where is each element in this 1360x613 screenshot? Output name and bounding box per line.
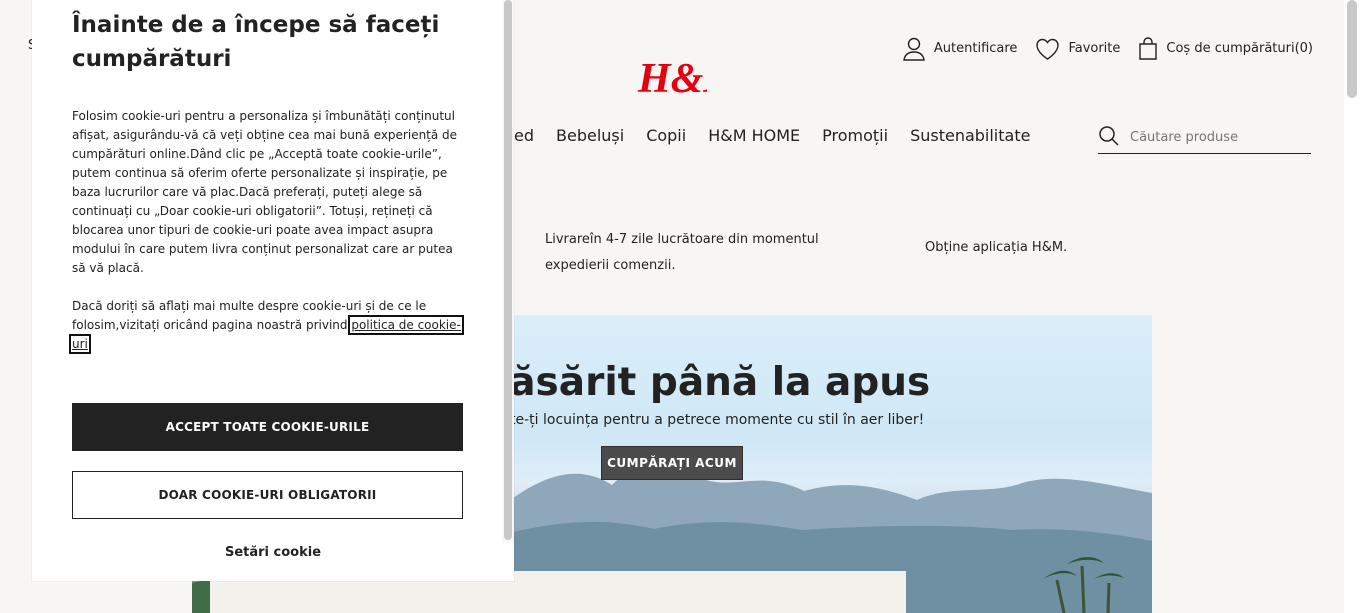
cookie-dialog-text: Folosim cookie-uri pentru a personaliza …	[69, 107, 464, 373]
delivery-info: Livrareîn 4-7 zile lucrătoare din moment…	[545, 232, 819, 273]
cookie-dialog-scroll-thumb[interactable]	[504, 0, 512, 540]
shop-now-button[interactable]: CUMPĂRAȚI ACUM	[601, 446, 743, 480]
svg-text:H&M: H&M	[637, 56, 707, 100]
app-info[interactable]: Obține aplicația H&M.	[925, 240, 1067, 255]
nav-item-home[interactable]: H&M HOME	[708, 126, 800, 145]
shopping-bag-label: Coș de cumpărături(0)	[1166, 41, 1313, 56]
favorites-link[interactable]: Favorite	[1035, 37, 1120, 61]
required-cookies-button[interactable]: DOAR COOKIE-URI OBLIGATORII	[72, 471, 463, 519]
main-navigation: ed Bebeluși Copii H&M HOME Promoții Sust…	[514, 126, 1030, 145]
shopping-bag-link[interactable]: Coș de cumpărături(0)	[1138, 36, 1313, 61]
sign-in-link[interactable]: Autentificare	[902, 36, 1018, 61]
header-actions: Autentificare Favorite Coș de cumpărătur…	[902, 36, 1313, 61]
cookie-more-info-paragraph: Dacă doriți să aflați mai multe despre c…	[69, 297, 464, 354]
favorites-label: Favorite	[1068, 41, 1121, 56]
nav-item-kids[interactable]: Copii	[646, 126, 686, 145]
nav-item-sustainability[interactable]: Sustenabilitate	[910, 126, 1030, 145]
product-search	[1098, 122, 1311, 154]
hm-logo[interactable]: H&M	[637, 52, 742, 102]
page-scrollbar[interactable]	[1344, 0, 1360, 613]
hero-title: răsărit până la apus	[490, 360, 931, 405]
accept-all-cookies-button[interactable]: ACCEPT TOATE COOKIE-URILE	[72, 403, 463, 451]
nav-item-baby[interactable]: Bebeluși	[556, 126, 624, 145]
cookie-dialog-scrollbar[interactable]	[502, 0, 514, 543]
nav-item-partial[interactable]: ed	[514, 126, 534, 145]
hero-subtitle: te-ți locuința pentru a petrece momente …	[510, 412, 925, 428]
cookie-settings-link[interactable]: Setări cookie	[32, 545, 514, 560]
cookie-policy-paragraph: Folosim cookie-uri pentru a personaliza …	[72, 109, 458, 275]
nav-item-promotions[interactable]: Promoții	[822, 126, 888, 145]
page-scroll-thumb[interactable]	[1347, 0, 1357, 98]
sign-in-label: Autentificare	[933, 41, 1018, 56]
user-icon	[902, 36, 926, 61]
cookie-consent-dialog: Înainte de a începe să faceți cumpărătur…	[32, 0, 514, 581]
search-icon[interactable]	[1098, 125, 1120, 151]
search-input[interactable]	[1128, 129, 1311, 146]
heart-icon	[1035, 37, 1060, 61]
shopping-bag-icon	[1138, 36, 1158, 61]
cookie-dialog-title: Înainte de a începe să faceți cumpărătur…	[72, 12, 440, 72]
